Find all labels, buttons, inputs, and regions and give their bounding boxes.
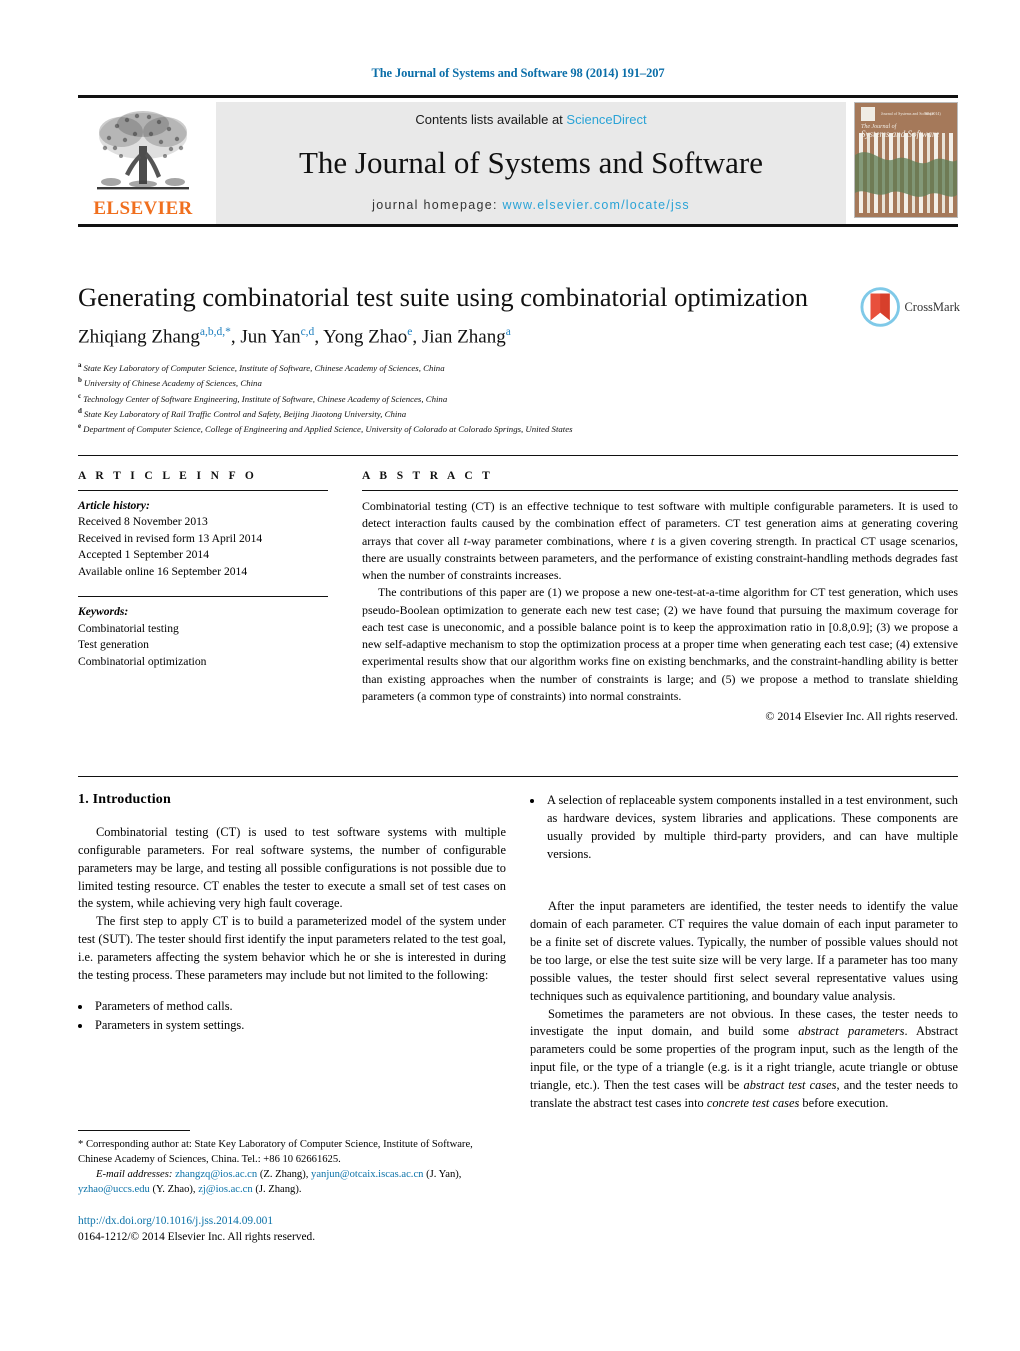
- affiliation-marker: d: [78, 406, 82, 415]
- list-item: A selection of replaceable system compon…: [544, 792, 958, 863]
- body-left-column: 1. Introduction Combinatorial testing (C…: [78, 792, 506, 1035]
- intro-paragraph-1: Combinatorial testing (CT) is used to te…: [78, 825, 506, 911]
- email-link-1[interactable]: zhangzq@ios.ac.cn: [175, 1169, 257, 1180]
- affiliation-item: b University of Chinese Academy of Scienc…: [78, 375, 958, 390]
- abstract-heading: A B S T R A C T: [362, 470, 494, 482]
- abstract-body: Combinatorial testing (CT) is an effecti…: [362, 498, 958, 725]
- keywords-block: Keywords: Combinatorial testing Test gen…: [78, 604, 328, 670]
- keywords-hairline: [78, 596, 328, 598]
- journal-masthead: ELSEVIER Contents lists available at Sci…: [78, 95, 958, 227]
- article-info-hairline: [78, 490, 328, 491]
- svg-text:98 (2014): 98 (2014): [925, 111, 941, 116]
- intro-text-right: After the input parameters are identifie…: [530, 898, 958, 1112]
- doi-link[interactable]: http://dx.doi.org/10.1016/j.jss.2014.09.…: [78, 1213, 518, 1229]
- right-bullet-list: A selection of replaceable system compon…: [530, 792, 958, 863]
- section-heading-introduction: 1. Introduction: [78, 792, 171, 807]
- affiliation-text: Technology Center of Software Engineerin…: [83, 393, 448, 404]
- right-column-spacer: [530, 864, 958, 898]
- paper-page: The Journal of Systems and Software 98 (…: [0, 0, 1020, 1351]
- email-link-3[interactable]: yzhao@uccs.edu: [78, 1184, 150, 1195]
- list-item: Parameters of method calls.: [92, 998, 506, 1016]
- running-head: The Journal of Systems and Software 98 (…: [371, 66, 665, 80]
- email-owner-2: (J. Yan): [426, 1169, 459, 1181]
- email-owner-4: (J. Zhang): [255, 1184, 299, 1196]
- history-item: Available online 16 September 2014: [78, 564, 248, 578]
- article-history-block: Article history: Received 8 November 201…: [78, 498, 328, 580]
- journal-cover-art: Journal of Systems and Software 98 (2014…: [855, 103, 957, 217]
- history-item: Received in revised form 13 April 2014: [78, 531, 263, 545]
- crossmark-badge[interactable]: CrossMark: [860, 284, 960, 330]
- affiliation-item: c Technology Center of Software Engineeri…: [78, 391, 958, 406]
- affiliation-marker: a: [78, 361, 82, 369]
- affiliation-text: State Key Laboratory of Computer Science…: [83, 362, 445, 373]
- abstract-paragraph-1: Combinatorial testing (CT) is an effecti…: [362, 499, 958, 582]
- affiliation-marker: b: [78, 376, 82, 385]
- email-addresses-label: E-mail addresses:: [96, 1169, 173, 1181]
- affiliation-text: State Key Laboratory of Rail Traffic Con…: [83, 408, 407, 419]
- email-link-2[interactable]: yanjun@otcaix.iscas.ac.cn: [311, 1169, 423, 1180]
- left-bullet-list: Parameters of method calls. Parameters i…: [78, 998, 506, 1035]
- svg-text:Systems and Software: Systems and Software: [861, 129, 939, 139]
- issn-copyright-line: 0164-1212/© 2014 Elsevier Inc. All right…: [78, 1231, 316, 1244]
- homepage-prefix: journal homepage:: [372, 197, 503, 212]
- intro-paragraph-4: Sometimes the parameters are not obvious…: [530, 1006, 959, 1110]
- keyword-item: Combinatorial optimization: [78, 654, 207, 668]
- elsevier-logo: ELSEVIER: [78, 102, 208, 224]
- journal-band: Contents lists available at ScienceDirec…: [216, 102, 846, 224]
- history-item: Accepted 1 September 2014: [78, 548, 210, 562]
- email-owner-3: (Y. Zhao): [152, 1184, 193, 1196]
- info-rule-bottom: [78, 776, 958, 777]
- affiliation-item: a State Key Laboratory of Computer Scienc…: [78, 360, 958, 375]
- email-addresses-note: E-mail addresses: zhangzq@ios.ac.cn (Z. …: [78, 1169, 462, 1196]
- body-right-column: A selection of replaceable system compon…: [530, 792, 958, 1113]
- journal-title: The Journal of Systems and Software: [298, 145, 764, 181]
- article-history-label: Article history:: [78, 499, 150, 512]
- intro-paragraph-2: The first step to apply CT is to build a…: [78, 914, 506, 982]
- intro-text-left: Combinatorial testing (CT) is used to te…: [78, 824, 506, 985]
- abstract-paragraph-2: The contributions of this paper are (1) …: [362, 585, 958, 703]
- sciencedirect-link[interactable]: ScienceDirect: [566, 112, 646, 127]
- contents-available-line: Contents lists available at ScienceDirec…: [216, 112, 846, 127]
- footnote-rule: [78, 1130, 190, 1131]
- article-info-heading: A R T I C L E I N F O: [78, 470, 258, 482]
- journal-cover-thumbnail: Journal of Systems and Software 98 (2014…: [854, 102, 958, 218]
- homepage-url-link[interactable]: www.elsevier.com/locate/jss: [503, 198, 690, 212]
- keyword-item: Test generation: [78, 638, 149, 652]
- corresponding-author-text: * Corresponding author at: State Key Lab…: [78, 1139, 473, 1166]
- footnote-block: * Corresponding author at: State Key Lab…: [78, 1130, 506, 1197]
- elsevier-wordmark: ELSEVIER: [93, 198, 193, 219]
- affiliation-text: Department of Computer Science, College …: [83, 424, 573, 435]
- email-link-4[interactable]: zj@ios.ac.cn: [198, 1184, 252, 1195]
- keywords-label: Keywords:: [78, 605, 129, 619]
- crossmark-icon: [860, 287, 900, 327]
- elsevier-tree-icon: [97, 111, 189, 190]
- history-item: Received 8 November 2013: [78, 515, 208, 529]
- journal-homepage-line: journal homepage: www.elsevier.com/locat…: [216, 198, 846, 212]
- affiliation-list: a State Key Laboratory of Computer Scienc…: [78, 360, 958, 436]
- info-rule-top: [78, 455, 958, 456]
- affiliation-marker: e: [78, 422, 82, 431]
- abstract-hairline: [362, 490, 958, 491]
- paper-title: Generating combinatorial test suite usin…: [78, 282, 809, 312]
- affiliation-item: e Department of Computer Science, College…: [78, 421, 958, 436]
- affiliation-text: University of Chinese Academy of Science…: [83, 378, 262, 389]
- doi-block: http://dx.doi.org/10.1016/j.jss.2014.09.…: [78, 1213, 518, 1245]
- list-item: Parameters in system settings.: [92, 1017, 506, 1035]
- crossmark-label: CrossMark: [904, 299, 960, 314]
- affiliation-marker: c: [78, 391, 82, 400]
- article-info-column: A R T I C L E I N F O Article history: R…: [78, 470, 328, 670]
- abstract-column: A B S T R A C T Combinatorial testing (C…: [362, 470, 958, 725]
- author-list: Zhiqiang Zhanga,b,d,*, Jun Yanc,d, Yong …: [78, 326, 511, 348]
- keyword-item: Combinatorial testing: [78, 621, 179, 635]
- email-owner-1: (Z. Zhang): [259, 1169, 306, 1181]
- intro-paragraph-3: After the input parameters are identifie…: [530, 899, 958, 1003]
- abstract-copyright: © 2014 Elsevier Inc. All rights reserved…: [765, 709, 958, 723]
- contents-prefix: Contents lists available at: [415, 112, 567, 127]
- affiliation-item: d State Key Laboratory of Rail Traffic Co…: [78, 406, 958, 421]
- corresponding-author-note: * Corresponding author at: State Key Lab…: [78, 1137, 506, 1167]
